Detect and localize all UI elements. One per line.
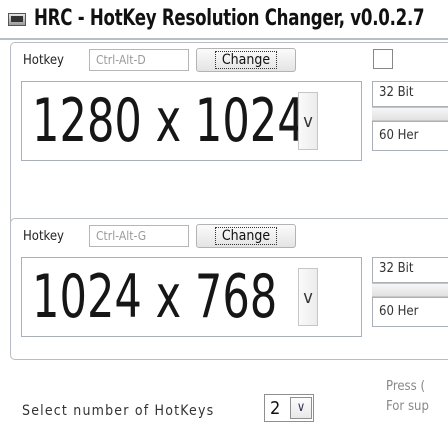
dropdown-button-strip[interactable] xyxy=(372,283,448,297)
resolution-dropdown[interactable]: 1024 x 768 v xyxy=(21,257,362,337)
chevron-down-icon[interactable]: v xyxy=(298,268,318,326)
hotkey-count-label: Select number of HotKeys xyxy=(22,403,215,419)
bit-depth-value: 32 Bit xyxy=(379,261,414,276)
hotkey-count-value: 2 xyxy=(270,398,281,419)
dropdown-button-strip[interactable] xyxy=(372,107,448,121)
chevron-down-icon[interactable]: v xyxy=(298,92,318,150)
refresh-rate-dropdown[interactable]: 60 Her xyxy=(372,121,448,151)
hotkey-label: Hotkey xyxy=(23,229,64,244)
bit-depth-value: 32 Bit xyxy=(379,85,414,100)
bit-depth-dropdown[interactable]: 32 Bit xyxy=(372,257,448,283)
help-note-line-2: For sup xyxy=(386,399,429,414)
resolution-dropdown[interactable]: 1280 x 1024 v xyxy=(21,81,362,161)
hotkey-profile-2: Hotkey Ctrl-Alt-G Change 1024 x 768 v 32… xyxy=(10,218,448,360)
change-hotkey-button[interactable]: Change xyxy=(196,48,296,72)
change-hotkey-label: Change xyxy=(214,227,278,245)
window-title: HRC - HotKey Resolution Changer, v0.0.2.… xyxy=(34,6,425,31)
refresh-rate-value: 60 Her xyxy=(379,304,419,319)
refresh-rate-value: 60 Her xyxy=(379,128,419,143)
resolution-value: 1280 x 1024 xyxy=(32,86,305,156)
help-note: Press ( For sup xyxy=(386,377,429,417)
resolution-value: 1024 x 768 xyxy=(32,262,278,332)
bit-depth-dropdown[interactable]: 32 Bit xyxy=(372,81,448,107)
hotkey-count-select[interactable]: 2 ∨ xyxy=(264,394,314,422)
hotkey-field[interactable]: Ctrl-Alt-D xyxy=(89,49,189,71)
hotkey-field[interactable]: Ctrl-Alt-G xyxy=(89,225,189,247)
title-bar: HRC - HotKey Resolution Changer, v0.0.2.… xyxy=(0,0,448,40)
change-hotkey-button[interactable]: Change xyxy=(196,224,296,248)
monitor-icon xyxy=(8,13,26,26)
hotkey-label: Hotkey xyxy=(23,53,64,68)
hotkey-profile-1: Hotkey Ctrl-Alt-D Change 1280 x 1024 v 3… xyxy=(10,42,448,227)
chevron-down-icon[interactable]: ∨ xyxy=(290,397,312,419)
help-note-line-1: Press ( xyxy=(386,379,426,394)
checkbox-icon[interactable] xyxy=(373,49,393,69)
refresh-rate-dropdown[interactable]: 60 Her xyxy=(372,297,448,327)
change-hotkey-label: Change xyxy=(214,51,278,69)
